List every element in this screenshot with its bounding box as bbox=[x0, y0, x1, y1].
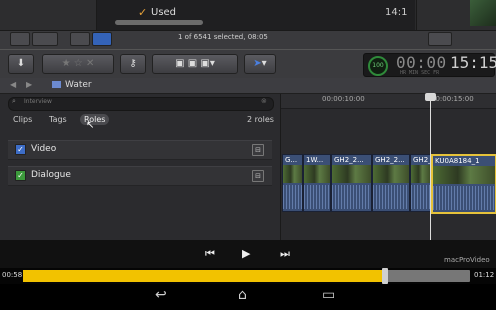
timecode-unit-labels: HR MIN SEC FR bbox=[400, 70, 440, 76]
timeline-clip[interactable]: GH2_2... bbox=[372, 154, 410, 212]
elapsed-time: 00:58 bbox=[2, 271, 23, 279]
clip-thumbnail[interactable] bbox=[470, 0, 496, 26]
tab-clips[interactable]: Clips bbox=[13, 115, 32, 124]
total-time: 01:12 bbox=[474, 271, 495, 279]
download-arrow-icon[interactable]: ⬇ bbox=[8, 54, 34, 74]
ruler-label: 00:00:10:00 bbox=[322, 95, 365, 103]
dialogue-role-checkbox[interactable]: ✓ bbox=[15, 170, 26, 181]
video-role-checkbox[interactable]: ✓ bbox=[15, 144, 26, 155]
tab-tags[interactable]: Tags bbox=[49, 115, 67, 124]
project-name: Water bbox=[65, 80, 92, 90]
android-nav-bar bbox=[0, 284, 496, 310]
recents-icon[interactable]: ▭ bbox=[322, 287, 335, 303]
skip-forward-icon[interactable]: ⏭ bbox=[280, 247, 290, 261]
sidebar-toggle-button[interactable] bbox=[10, 32, 30, 46]
timeline-clip[interactable]: GH2_2... bbox=[331, 154, 372, 212]
used-time: 14:1 bbox=[385, 7, 408, 18]
home-icon[interactable]: ⌂ bbox=[238, 287, 247, 303]
skip-back-icon[interactable]: ⏮ bbox=[205, 247, 215, 261]
browser-left-pane bbox=[0, 0, 97, 30]
list-view-button[interactable] bbox=[70, 32, 90, 46]
rating-buttons[interactable]: ★ ☆ ✕ bbox=[42, 54, 114, 74]
watermark-logo: macProVideo bbox=[444, 256, 490, 264]
playhead-handle[interactable] bbox=[425, 93, 436, 101]
key-icon[interactable]: ⚷ bbox=[120, 54, 146, 74]
playhead[interactable] bbox=[430, 94, 431, 240]
edit-mode-buttons[interactable]: ▣ ▣ ▣▾ bbox=[152, 54, 238, 74]
selection-status: 1 of 6541 selected, 08:05 bbox=[178, 33, 268, 41]
roles-count: 2 roles bbox=[247, 115, 274, 124]
progress-knob[interactable] bbox=[382, 268, 388, 284]
select-tool-button[interactable]: ➤▾ bbox=[244, 54, 276, 74]
role-lane-button[interactable]: ⊟ bbox=[252, 144, 264, 156]
timeline-clip[interactable]: 1W... bbox=[303, 154, 331, 212]
tab-roles[interactable]: Roles bbox=[80, 114, 110, 125]
filmstrip-view-button[interactable] bbox=[92, 32, 112, 46]
play-icon[interactable]: ▶ bbox=[242, 247, 250, 260]
timeline-clip[interactable]: G... bbox=[282, 154, 303, 212]
project-icon bbox=[52, 81, 61, 88]
forward-arrow-icon[interactable]: ▶ bbox=[26, 80, 32, 89]
clear-search-icon[interactable]: ⊗ bbox=[261, 97, 267, 105]
back-icon[interactable]: ↩ bbox=[155, 287, 167, 303]
search-icon: ⌕ bbox=[12, 97, 16, 105]
clip-appearance-button[interactable] bbox=[428, 32, 452, 46]
progress-fill bbox=[23, 270, 385, 282]
selected-timeline-clip[interactable]: KU0A8184_1 bbox=[431, 154, 496, 214]
role-label: Dialogue bbox=[31, 170, 71, 180]
checkmark-icon: ✓ bbox=[138, 6, 148, 19]
ruler-label: 00:00:15:00 bbox=[431, 95, 474, 103]
role-lane-button[interactable]: ⊟ bbox=[252, 170, 264, 182]
browser-scrollbar[interactable] bbox=[115, 20, 203, 25]
gear-icon[interactable] bbox=[32, 32, 58, 46]
search-placeholder: Interview bbox=[24, 98, 52, 105]
timecode-value: 15:15 bbox=[450, 53, 496, 72]
mouse-cursor-icon: ↖ bbox=[86, 120, 95, 131]
background-tasks-indicator[interactable]: 100 bbox=[368, 56, 388, 76]
back-arrow-icon[interactable]: ◀ bbox=[10, 80, 16, 89]
timeline-clip[interactable]: GH2_2... bbox=[410, 154, 431, 212]
used-label: Used bbox=[151, 7, 177, 18]
role-label: Video bbox=[31, 144, 57, 154]
